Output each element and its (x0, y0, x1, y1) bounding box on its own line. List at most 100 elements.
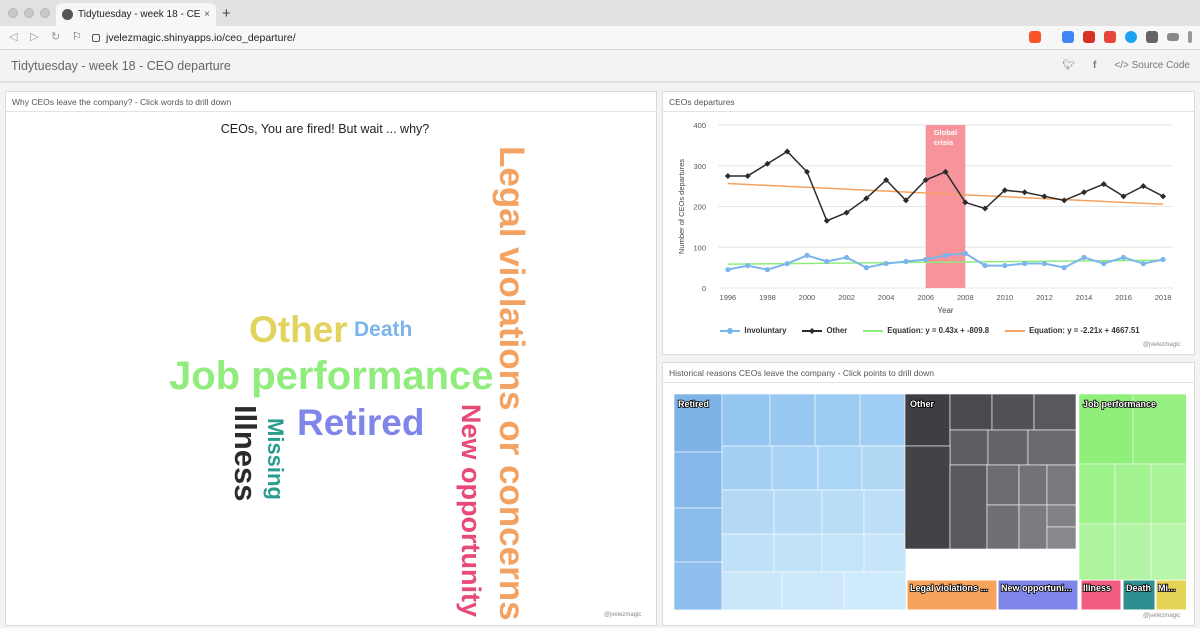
menu-icon[interactable] (1188, 31, 1192, 43)
treemap-label: Death (1126, 583, 1151, 593)
data-point-involuntary (863, 265, 869, 271)
data-point-involuntary (1022, 260, 1028, 267)
treemap-cell-other (1018, 504, 1048, 550)
tab-close-icon[interactable]: × (204, 9, 210, 20)
word-new-opportunity[interactable]: New opportunity (456, 404, 486, 617)
treemap-cell-retired (821, 489, 865, 535)
treemap-cell-other (986, 464, 1020, 506)
line-chart-credit: @jvelezmagic (1143, 342, 1181, 348)
browser-toolbar: ◁ ▷ ↻ ⚐ jvelezmagic.shinyapps.io/ceo_dep… (0, 26, 1200, 50)
wordcloud-credit: @jvelezmagic (604, 612, 642, 618)
treemap-cell-retired (721, 489, 775, 535)
treemap-cell-other (949, 429, 989, 466)
translate-icon[interactable] (1062, 31, 1074, 43)
brave-shield-icon[interactable] (1029, 31, 1041, 43)
departures-line-chart: 0 100 200 300 400 1996 1998 2000 2002 2004 2006 200… (677, 121, 1173, 315)
word-job-performance[interactable]: Job performance (169, 356, 494, 396)
treemap-label: Retired (678, 399, 709, 409)
word-other[interactable]: Other (249, 311, 348, 348)
address-bar[interactable]: jvelezmagic.shinyapps.io/ceo_departure/ (92, 29, 1042, 47)
legend-item-trend-involuntary[interactable]: Equation: y = 0.43x + -809.8 (863, 326, 989, 335)
y-tick-label: 0 (702, 284, 706, 293)
data-point-other (823, 217, 830, 224)
y-tick-label: 200 (693, 203, 706, 212)
data-point-involuntary (962, 250, 968, 256)
extension-icon[interactable] (1125, 31, 1137, 43)
treemap-cell-retired (821, 533, 865, 573)
page-title: Tidytuesday - week 18 - CEO departure (11, 59, 231, 73)
treemap-cell-other (1046, 464, 1077, 506)
browser-tab[interactable]: Tidytuesday - week 18 - CEO d × (56, 3, 216, 26)
reload-icon[interactable]: ↻ (51, 30, 60, 43)
source-code-link[interactable]: </> Source Code (1114, 60, 1190, 71)
treemap-cell-retired (771, 445, 819, 491)
header-links: 🐦︎ f </> Source Code (1062, 60, 1190, 71)
url-text: jvelezmagic.shinyapps.io/ceo_departure/ (106, 32, 296, 44)
legend-item-other[interactable]: Other (802, 326, 847, 335)
treemap-cell-retired (863, 489, 907, 535)
data-point-involuntary (1041, 260, 1048, 267)
legend-item-trend-other[interactable]: Equation: y = -2.21x + 4667.51 (1005, 326, 1140, 335)
chart-legend: Involuntary Other Equation: y = 0.43x + … (665, 326, 1195, 335)
back-icon[interactable]: ◁ (9, 30, 17, 43)
data-point-involuntary (804, 252, 810, 258)
window-controls (8, 8, 50, 18)
data-point-involuntary (1160, 256, 1166, 263)
x-tick-label: 1998 (759, 293, 776, 302)
data-point-involuntary (824, 258, 830, 265)
app-header: Tidytuesday - week 18 - CEO departure 🐦︎… (0, 51, 1200, 82)
treemap-cell-other (1018, 464, 1048, 506)
word-retired[interactable]: Retired (297, 404, 424, 441)
treemap-label: Illness (1083, 583, 1111, 593)
treemap-cell-retired (773, 533, 823, 573)
word-death[interactable]: Death (354, 319, 412, 340)
minimize-window-button[interactable] (24, 8, 34, 18)
treemap-cell-retired (674, 507, 723, 563)
data-point-other (1021, 189, 1028, 196)
treemap-cell-retired (769, 394, 816, 447)
treemap-cell-job-performance (1114, 523, 1152, 581)
legend-label-involuntary: Involuntary (744, 326, 787, 335)
word-missing[interactable]: Missing (263, 418, 288, 500)
extension-icon[interactable] (1104, 31, 1116, 43)
data-point-other (1160, 193, 1167, 200)
browser-window: Tidytuesday - week 18 - CEO d × + ◁ ▷ ↻ … (0, 0, 1200, 628)
new-tab-button[interactable]: + (222, 5, 231, 22)
treemap-cell-job-performance (1150, 523, 1186, 581)
facebook-icon[interactable]: f (1093, 60, 1096, 71)
treemap-panel-title: Historical reasons CEOs leave the compan… (663, 363, 1194, 383)
word-illness[interactable]: Illness (228, 405, 263, 502)
forward-icon[interactable]: ▷ (30, 30, 38, 43)
treemap-cell-retired (814, 394, 861, 447)
x-tick-label: 2008 (957, 293, 974, 302)
treemap-cell-job-performance (1150, 463, 1186, 525)
extension-icon[interactable] (1083, 31, 1095, 43)
zoom-window-button[interactable] (40, 8, 50, 18)
globe-icon (62, 9, 73, 20)
twitter-icon[interactable]: 🐦︎ (1062, 60, 1075, 71)
source-code-label: Source Code (1131, 60, 1190, 71)
data-point-involuntary (764, 267, 771, 273)
word-legal-violations[interactable]: Legal violations or concerns (492, 146, 531, 621)
tab-title: Tidytuesday - week 18 - CEO d (78, 9, 201, 20)
playlist-icon[interactable] (1167, 33, 1179, 41)
treemap-cell-other (1033, 394, 1077, 431)
treemap-cell-retired (861, 445, 907, 491)
data-point-involuntary (745, 262, 751, 269)
y-tick-label: 300 (693, 162, 706, 171)
treemap-label: Mi... (1158, 583, 1176, 593)
close-window-button[interactable] (8, 8, 18, 18)
x-tick-label: 2014 (1076, 293, 1093, 302)
wordcloud-heading: CEOs, You are fired! But wait ... why? (220, 122, 430, 136)
puzzle-icon[interactable] (1146, 31, 1158, 43)
global-crisis-band (925, 125, 966, 288)
treemap-cell-retired (863, 533, 907, 573)
bookmark-icon[interactable]: ⚐ (72, 30, 82, 43)
data-point-other (1140, 183, 1147, 190)
code-icon: </> (1114, 60, 1129, 71)
y-axis-label: Number of CEOs departures (677, 159, 686, 254)
legend-item-involuntary[interactable]: Involuntary (720, 326, 786, 335)
data-point-other (724, 172, 731, 179)
treemap-cell-retired (721, 394, 771, 447)
x-tick-label: 2000 (799, 293, 816, 302)
